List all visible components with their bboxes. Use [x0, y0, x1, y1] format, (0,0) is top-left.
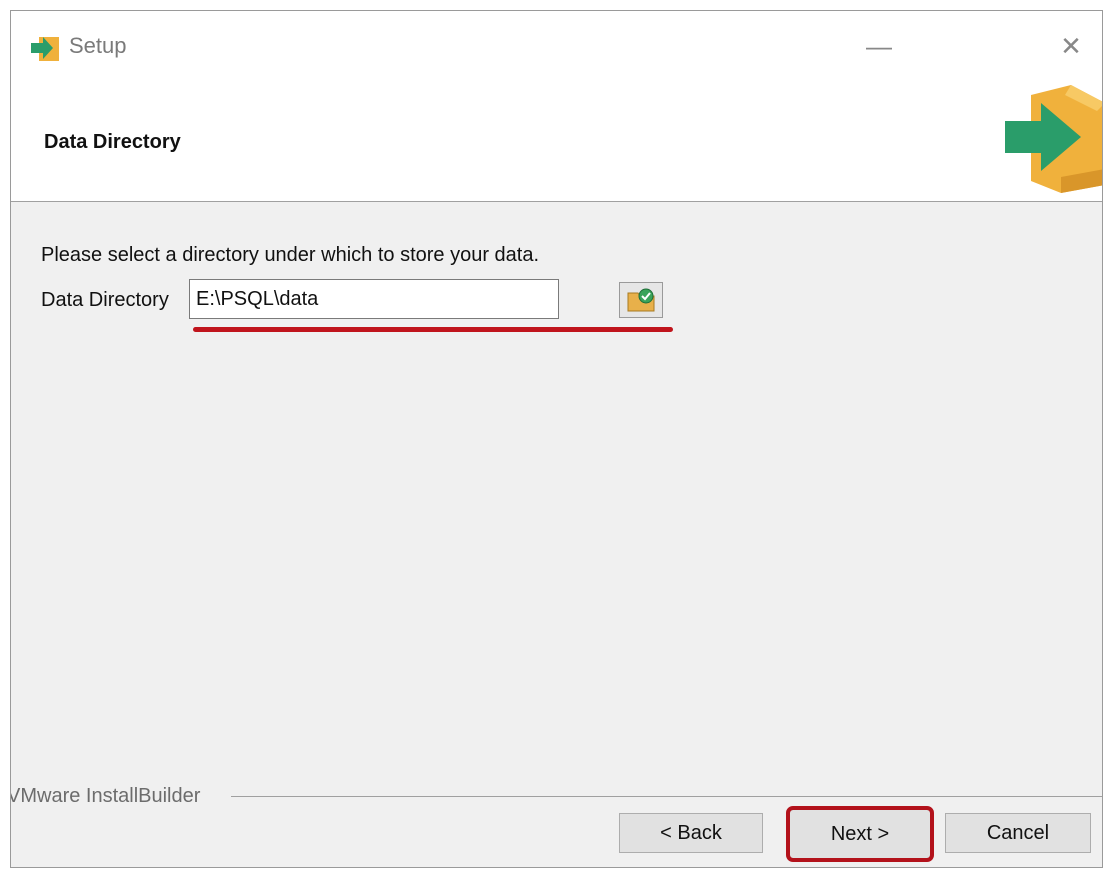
content-area: Please select a directory under which to…	[11, 202, 1102, 802]
cancel-button[interactable]: Cancel	[945, 813, 1091, 853]
setup-window: Setup — ✕ Data Directory Please select a…	[10, 10, 1103, 868]
brand-label: VMware InstallBuilder	[11, 785, 205, 808]
window-title: Setup	[69, 33, 127, 58]
back-button[interactable]: < Back	[619, 813, 763, 853]
close-button[interactable]: ✕	[1051, 29, 1091, 63]
next-button[interactable]: Next >	[786, 806, 934, 862]
annotation-underline	[193, 327, 673, 332]
instruction-text: Please select a directory under which to…	[41, 244, 540, 266]
browse-button[interactable]	[619, 282, 663, 318]
footer-separator	[231, 796, 1102, 797]
page-title: Data Directory	[44, 131, 181, 153]
page-header: Data Directory	[11, 77, 1102, 202]
data-directory-label: Data Directory	[41, 289, 169, 311]
app-icon	[31, 37, 59, 61]
title-bar[interactable]: Setup — ✕	[11, 11, 1102, 77]
minimize-button[interactable]: —	[859, 29, 899, 63]
installer-arrow-box-icon	[1005, 85, 1102, 193]
data-directory-input[interactable]	[189, 279, 559, 319]
folder-browse-icon	[627, 288, 655, 312]
